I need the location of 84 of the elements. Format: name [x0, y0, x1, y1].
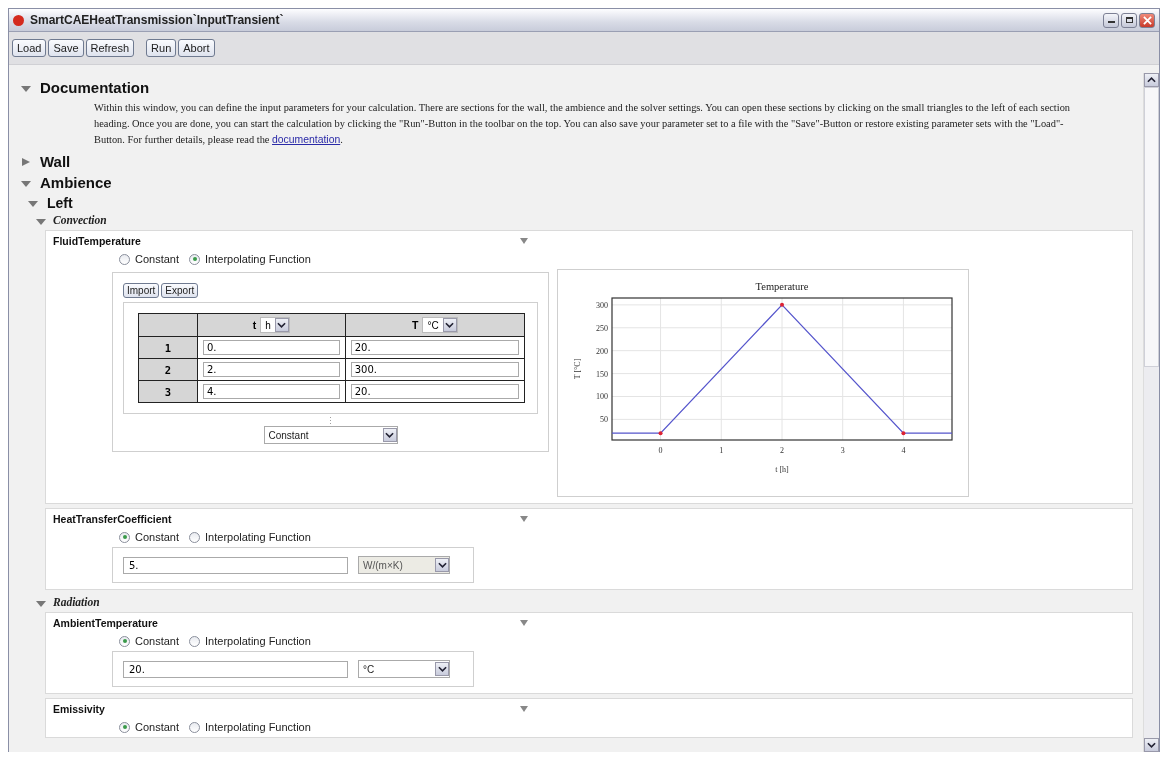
cell-input-field[interactable]: 0.	[203, 340, 340, 355]
minimize-button[interactable]	[1103, 12, 1119, 28]
parameter-name: FluidTemperature	[53, 235, 141, 247]
chart-title: Temperature	[755, 281, 809, 292]
data-point	[780, 302, 784, 307]
toolbar-button[interactable]: Save	[48, 39, 84, 57]
cell-input-field[interactable]: 2.	[203, 362, 340, 377]
radio-option[interactable]: Interpolating Function	[189, 721, 311, 733]
y-axis-label: T [°C]	[573, 358, 582, 380]
triangle-icon[interactable]	[21, 86, 31, 92]
y-tick-label: 250	[596, 323, 608, 333]
subsection-heading: Left	[47, 194, 73, 211]
triangle-icon[interactable]	[22, 157, 30, 166]
row-number: 2	[138, 358, 198, 381]
radio-option[interactable]: Interpolating Function	[189, 253, 311, 265]
group-heading: Convection	[53, 214, 107, 226]
section-heading: Wall	[40, 153, 71, 170]
unit-dropdown[interactable]: °C	[422, 317, 458, 333]
data-point	[658, 431, 663, 436]
documentation-paragraph: Within this window, you can define the input parameters for your calculation. There are sections for the wall, the ambience and the solver settings. You can open these sections by clicking on the small triangles to the left of each section heading. Once you are done, you can start the calculation by clicking the "Run"-Button in the toolbar on the top. You can also save your parameter set to a file with the "Save"-Button or restore existing parameter sets with the "Load"-Button. For further details, please read the documentation.	[94, 101, 1072, 147]
table-button[interactable]: Import	[123, 283, 160, 298]
section-heading: Ambience	[40, 174, 112, 191]
triangle-icon[interactable]	[21, 181, 31, 187]
y-tick-label: 200	[596, 346, 608, 356]
toolbar-button[interactable]: Abort	[178, 39, 215, 57]
cell-input-field[interactable]: 300.	[350, 362, 519, 377]
value-input-field[interactable]: 20.	[123, 660, 348, 678]
x-axis-label: t [h]	[775, 465, 789, 474]
dropdown-triangle-icon[interactable]	[520, 516, 528, 522]
row-number: 1	[138, 336, 198, 359]
radio-option[interactable]: Interpolating Function	[189, 531, 311, 543]
unit-dropdown[interactable]: °C	[358, 660, 450, 678]
dropdown-triangle-icon[interactable]	[520, 238, 528, 244]
vertical-scrollbar[interactable]	[1143, 73, 1159, 752]
column-name: T	[412, 318, 419, 331]
parameter-name: AmbientTemperature	[53, 617, 158, 629]
triangle-icon[interactable]	[36, 218, 46, 225]
value-input-field[interactable]: 5.	[123, 556, 348, 574]
x-tick-label: 1	[719, 446, 724, 455]
dropdown-triangle-icon[interactable]	[520, 620, 528, 626]
unit-dropdown[interactable]: h	[260, 317, 290, 333]
extrapolation-dropdown[interactable]: Constant	[263, 426, 398, 444]
maximize-button[interactable]	[1121, 12, 1137, 28]
x-tick-label: 2	[780, 446, 784, 455]
window-title: SmartCAEHeatTransmission`InputTransient`	[30, 13, 284, 27]
x-tick-label: 4	[901, 446, 906, 455]
app-icon	[13, 14, 24, 26]
x-tick-label: 0	[658, 446, 663, 455]
y-tick-label: 300	[596, 300, 608, 310]
chevron-down-icon[interactable]	[437, 666, 447, 672]
y-tick-label: 150	[596, 369, 608, 379]
scroll-down-icon[interactable]	[1144, 738, 1159, 752]
data-point	[901, 431, 906, 436]
parameter-name: Emissivity	[53, 703, 105, 715]
chevron-down-icon[interactable]	[445, 322, 455, 328]
cell-input-field[interactable]: 20.	[350, 340, 519, 355]
radio-option[interactable]: Interpolating Function	[189, 635, 311, 647]
radio-option[interactable]: Constant	[119, 721, 180, 733]
scrollbar-thumb[interactable]	[1144, 87, 1159, 367]
close-button[interactable]	[1139, 12, 1155, 28]
triangle-icon[interactable]	[36, 600, 46, 607]
cell-input-field[interactable]: 20.	[350, 384, 519, 399]
x-tick-label: 3	[840, 446, 845, 455]
chevron-down-icon[interactable]	[385, 432, 394, 438]
y-tick-label: 50	[600, 415, 608, 425]
toolbar-button[interactable]: Load	[12, 39, 47, 57]
parameter-name: HeatTransferCoefficient	[53, 513, 172, 525]
triangle-icon[interactable]	[28, 201, 38, 207]
dropdown-triangle-icon[interactable]	[520, 706, 528, 712]
group-heading: Radiation	[53, 596, 100, 608]
table-button[interactable]: Export	[161, 283, 199, 298]
toolbar-button[interactable]: Refresh	[85, 39, 135, 57]
cell-input-field[interactable]: 4.	[203, 384, 340, 399]
scroll-up-icon[interactable]	[1144, 73, 1159, 87]
chevron-down-icon[interactable]	[277, 322, 287, 328]
column-name: t	[252, 318, 257, 331]
radio-option[interactable]: Constant	[119, 531, 180, 543]
radio-option[interactable]: Constant	[119, 253, 180, 265]
toolbar-button[interactable]: Run	[146, 39, 177, 57]
radio-option[interactable]: Constant	[119, 635, 180, 647]
row-number: 3	[138, 380, 198, 403]
y-tick-label: 100	[596, 392, 608, 402]
vertical-ellipsis: ⋮	[325, 416, 336, 426]
section-heading: Documentation	[40, 79, 150, 96]
